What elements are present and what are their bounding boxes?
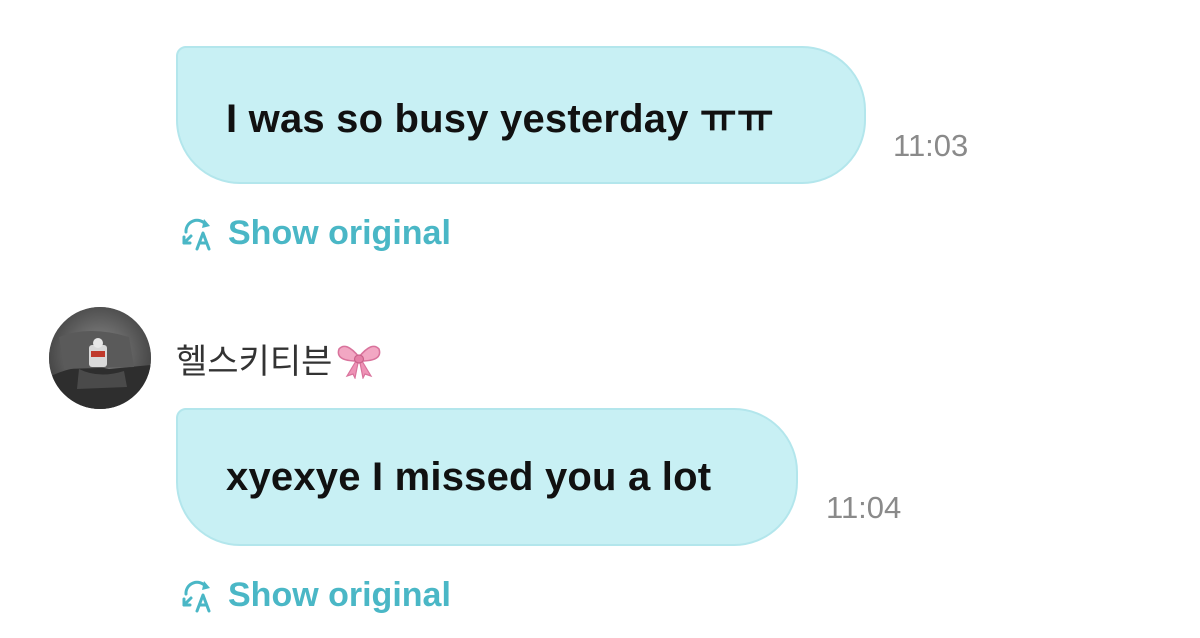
avatar[interactable] [49, 307, 151, 409]
ribbon-bow-icon [338, 345, 381, 379]
message-text: xyexye I missed you a lot [226, 454, 712, 499]
message-bubble[interactable]: xyexye I missed you a lot [176, 408, 798, 546]
translate-icon [182, 218, 211, 250]
message-timestamp: 11:03 [893, 128, 969, 163]
message-bubble[interactable]: I was so busy yesterday ㅠㅠ [176, 46, 866, 184]
message-text: I was so busy yesterday ㅠㅠ [226, 97, 774, 141]
message-timestamp: 11:04 [826, 490, 902, 525]
show-original-label: Show original [228, 214, 451, 252]
show-original-link[interactable]: Show original [180, 214, 451, 253]
sender-name: 헬스키티븐 [176, 334, 382, 383]
avatar-photo [49, 307, 151, 409]
show-original-link[interactable]: Show original [180, 576, 451, 615]
sender-name-text: 헬스키티븐 [176, 343, 333, 381]
translate-icon [182, 580, 211, 612]
show-original-label: Show original [228, 576, 451, 614]
